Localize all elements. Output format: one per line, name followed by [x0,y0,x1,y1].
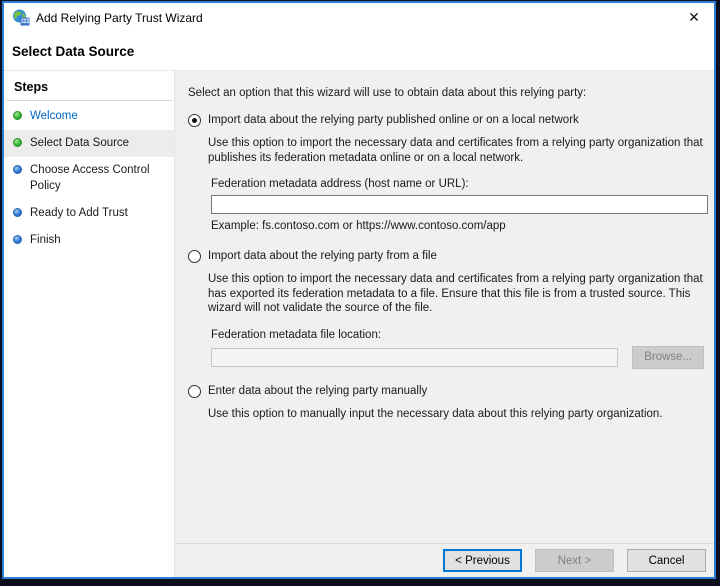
radio-button-icon[interactable] [188,250,201,264]
close-icon[interactable]: ✕ [682,7,706,29]
sidebar-item-select-data-source[interactable]: Select Data Source [4,130,174,158]
radio-button-icon[interactable] [188,114,201,127]
wizard-window: Add Relying Party Trust Wizard ✕ Select … [2,1,716,579]
window-title: Add Relying Party Trust Wizard [36,10,203,25]
radio-button-icon[interactable] [188,384,201,398]
browse-button[interactable]: Browse... [632,345,704,369]
metadata-address-label: Federation metadata address (host name o… [211,178,469,191]
page-header: Select Data Source [4,32,714,71]
title-bar[interactable]: Add Relying Party Trust Wizard ✕ [4,3,714,32]
option-manual-description: Use this option to manually input the ne… [208,407,663,420]
metadata-file-label: Federation metadata file location: [211,328,382,341]
wizard-app-icon [13,9,30,26]
sidebar-item-finish[interactable]: Finish [4,227,174,254]
wizard-button-bar: < Previous Next > Cancel [175,543,714,577]
next-button[interactable]: Next > [535,549,614,572]
step-status-icon [13,138,22,148]
federation-metadata-address-input[interactable] [211,195,708,215]
sidebar-item-choose-access-control-policy[interactable]: Choose Access Control Policy [4,157,174,199]
steps-sidebar: Steps Welcome Select Data Source Choose … [4,71,175,577]
instruction-text: Select an option that this wizard will u… [188,87,587,99]
step-status-icon [13,111,22,120]
steps-heading: Steps [6,71,172,101]
sidebar-item-ready-to-add-trust[interactable]: Ready to Add Trust [4,200,174,227]
radio-import-online[interactable]: Import data about the relying party publ… [188,114,704,127]
sidebar-item-welcome[interactable]: Welcome [4,103,174,130]
metadata-address-example: Example: fs.contoso.com or https://www.c… [211,220,506,233]
federation-metadata-file-input[interactable] [211,347,619,367]
step-status-icon [13,207,22,217]
option-file-description: Use this option to import the necessary … [208,273,703,315]
main-panel: Select an option that this wizard will u… [175,71,714,577]
page-title: Select Data Source [12,44,135,59]
step-status-icon [13,234,22,244]
radio-enter-manually[interactable]: Enter data about the relying party manua… [188,384,704,398]
step-status-icon [13,165,22,175]
previous-button[interactable]: < Previous [443,549,522,572]
option-online-description: Use this option to import the necessary … [208,137,703,164]
radio-import-file[interactable]: Import data about the relying party from… [188,250,704,264]
cancel-button[interactable]: Cancel [627,549,706,572]
